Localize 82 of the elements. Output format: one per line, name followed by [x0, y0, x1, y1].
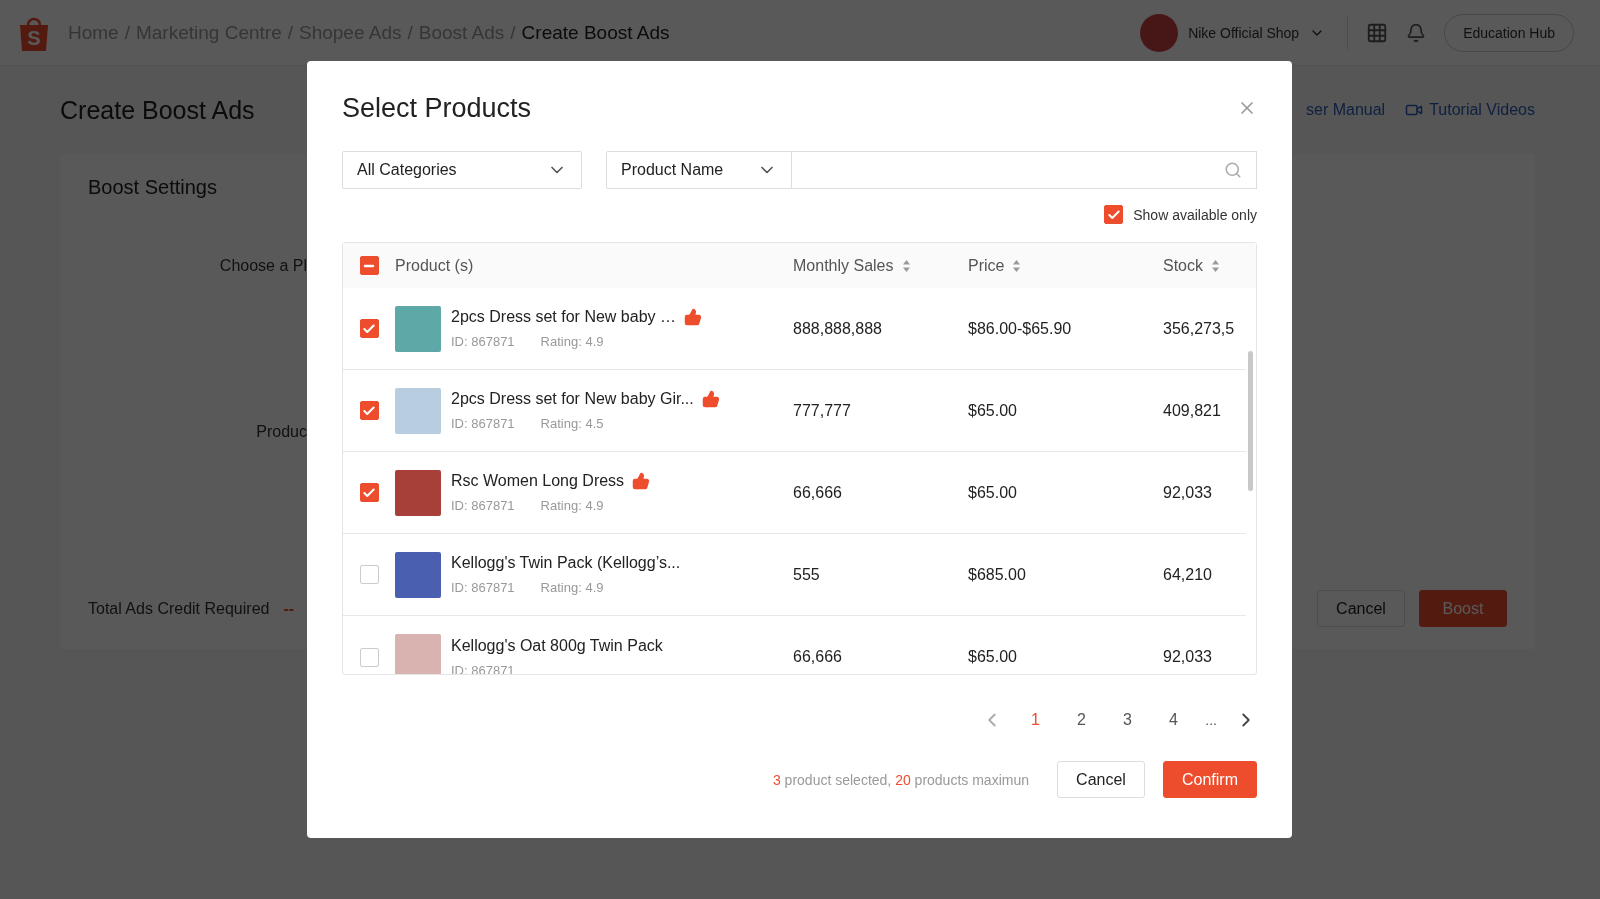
product-rating: Rating: 4.5	[540, 416, 604, 431]
product-rating: Rating: 4.9	[540, 580, 604, 595]
pagination-ellipsis: ...	[1205, 712, 1217, 728]
row-checkbox[interactable]	[359, 401, 379, 420]
shop-name[interactable]: Nike Official Shop	[1188, 24, 1300, 41]
row-checkbox[interactable]	[359, 483, 379, 502]
table-cell-text: 64,210	[1163, 565, 1213, 584]
row-checkbox[interactable]	[359, 647, 379, 667]
product-id: ID: 867871	[451, 334, 515, 349]
bell-icon[interactable]	[1406, 22, 1427, 43]
table-cell-text: $86.00-$65.90	[968, 319, 1073, 338]
search-field[interactable]	[792, 151, 1257, 189]
product-name: 2pcs Dress set for New baby Gir...	[451, 390, 694, 408]
table-cell-text: 66,666	[793, 483, 843, 502]
dialog-title: Select Products	[342, 92, 532, 124]
table-cell-text: $65.00	[968, 648, 1018, 666]
table-cell-text: 409,821	[1163, 401, 1222, 420]
product-id: ID: 867871	[451, 580, 515, 595]
product-id: ID: 867871	[451, 416, 515, 431]
column-header: Price	[968, 256, 1005, 275]
table-cell-text: 66,666	[793, 648, 843, 666]
check-icon	[1106, 207, 1121, 222]
education-hub-button[interactable]: Education Hub	[1444, 13, 1574, 52]
product-name: Kellogg's Oat 800g Twin Pack	[451, 636, 663, 655]
product-name: 2pcs Dress set for New baby …	[451, 308, 676, 326]
breadcrumb-link[interactable]: Create Boost Ads	[521, 21, 670, 44]
product-name: Rsc Women Long Dress	[451, 472, 625, 490]
table-cell-text: 92,033	[1163, 648, 1213, 666]
page-number[interactable]: 4	[1159, 711, 1188, 729]
cancel-button[interactable]: Cancel	[1317, 590, 1405, 627]
table-cell-text: $65.00	[968, 401, 1018, 420]
field-label: Choose a Pl	[218, 257, 307, 275]
credit-label: Total Ads Credit Required	[88, 599, 270, 618]
breadcrumb-separator: /	[287, 21, 293, 44]
product-rating: Rating: 4.9	[540, 498, 604, 513]
page-number[interactable]: 2	[1067, 711, 1096, 729]
column-header: Product (s)	[395, 256, 474, 275]
search-icon[interactable]	[1224, 161, 1242, 179]
checkbox-label: Show available only	[1133, 206, 1257, 223]
category-dropdown[interactable]: All Categories	[342, 151, 582, 189]
selection-summary: 3 product selected, 20 products maximun	[772, 771, 1029, 788]
row-checkbox[interactable]	[359, 565, 379, 584]
checkbox[interactable]	[1104, 205, 1124, 224]
confirm-button[interactable]: Confirm	[1163, 761, 1257, 798]
page-number[interactable]: 3	[1113, 711, 1142, 729]
sort-icon[interactable]	[1211, 258, 1220, 273]
row-checkbox[interactable]	[359, 319, 379, 338]
search-type-dropdown[interactable]: Product Name	[606, 151, 792, 189]
column-header: Stock	[1163, 256, 1203, 275]
table-cell-text: $65.00	[968, 483, 1018, 502]
check-icon	[362, 321, 376, 336]
breadcrumb-separator: /	[124, 21, 130, 44]
page-number[interactable]: 1	[1021, 711, 1050, 729]
table-cell-text: $685.00	[968, 565, 1027, 584]
breadcrumb-separator: /	[407, 21, 413, 44]
table-cell-text: 356,273,5	[1163, 319, 1236, 338]
column-header: Monthly Sales	[793, 256, 894, 275]
avatar[interactable]	[1140, 13, 1179, 52]
sort-icon[interactable]	[1012, 258, 1022, 273]
check-icon	[362, 403, 376, 418]
page-title: Create Boost Ads	[60, 95, 255, 125]
help-link[interactable]: ser Manual	[1306, 101, 1386, 119]
product-id: ID: 867871	[451, 498, 515, 513]
check-icon	[362, 485, 376, 500]
table-cell-text: 777,777	[793, 401, 852, 420]
table-cell-text: 555	[793, 565, 821, 584]
breadcrumb-separator: /	[510, 21, 516, 44]
field-label: Produc	[255, 423, 307, 441]
product-name: Kellogg's Twin Pack (Kellogg’s...	[451, 554, 681, 572]
app-grid-icon[interactable]	[1366, 21, 1389, 44]
credit-value: --	[283, 599, 295, 618]
table-cell-text: 92,033	[1163, 483, 1213, 502]
product-rating: Rating: 4.9	[540, 334, 604, 349]
table-cell-text: 888,888,888	[793, 319, 883, 338]
cancel-button[interactable]: Cancel	[1057, 761, 1145, 798]
sort-icon[interactable]	[901, 258, 911, 273]
product-id: ID: 867871	[451, 662, 515, 674]
scrollbar[interactable]	[1248, 351, 1253, 491]
help-link[interactable]: Tutorial Videos	[1405, 101, 1535, 119]
boost-button[interactable]: Boost	[1419, 590, 1507, 627]
card-title: Boost Settings	[88, 176, 218, 199]
select-all-checkbox[interactable]	[359, 256, 379, 275]
